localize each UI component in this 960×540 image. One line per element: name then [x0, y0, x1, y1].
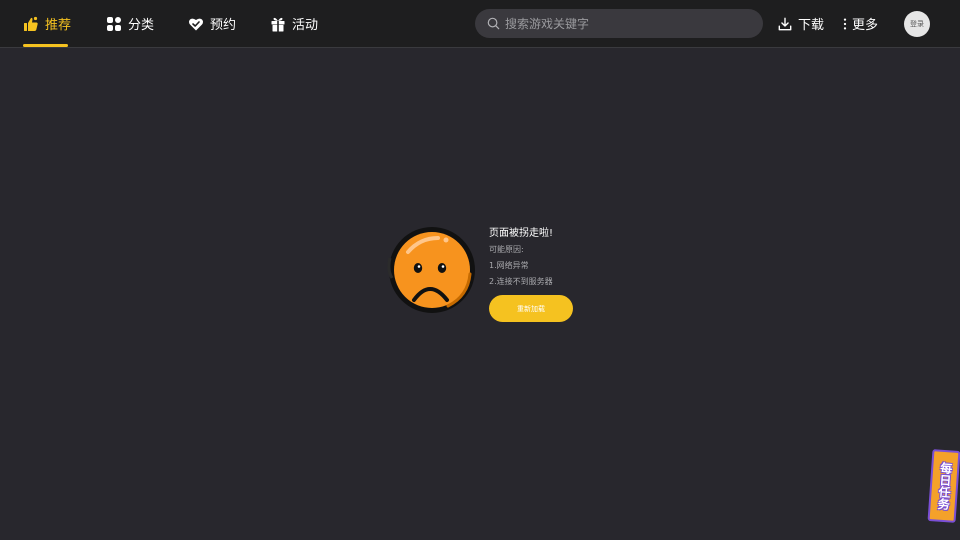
nav-tab-recommend[interactable]: 推荐: [23, 0, 71, 47]
daily-task-label: 每日任务: [935, 461, 954, 511]
download-icon: [778, 17, 792, 30]
download-button[interactable]: 下载: [778, 0, 824, 47]
login-avatar-button[interactable]: 登录: [904, 11, 930, 37]
error-title: 页面被拐走啦!: [489, 228, 554, 239]
thumbs-up-icon: [24, 16, 38, 31]
heart-check-icon: [189, 18, 203, 30]
more-button[interactable]: 更多: [842, 0, 878, 47]
search-icon: [487, 17, 500, 30]
login-label: 登录: [910, 20, 924, 28]
nav-tab-activity[interactable]: 活动: [270, 0, 318, 47]
nav-tab-label: 推荐: [45, 18, 72, 33]
nav-tab-label: 活动: [292, 18, 319, 33]
more-label: 更多: [852, 18, 879, 33]
error-reason-item: 2.连接不到服务器: [489, 277, 553, 286]
search-box[interactable]: [475, 9, 763, 38]
top-bar: 推荐 分类 预约 活动 搜索游戏关键字 下载 更多 登录: [0, 0, 960, 48]
daily-task-card: 每日任务: [927, 449, 960, 523]
more-vertical-icon: [843, 17, 847, 30]
daily-task-badge[interactable]: 每日任务: [924, 446, 960, 524]
sad-face-icon: [387, 227, 475, 313]
category-grid-icon: [107, 16, 121, 31]
download-label: 下载: [798, 18, 825, 33]
nav-tab-label: 分类: [128, 18, 155, 33]
reload-button[interactable]: 重新加载: [489, 295, 573, 322]
nav-tab-label: 预约: [210, 18, 237, 33]
nav-tab-category[interactable]: 分类: [106, 0, 154, 47]
nav-tab-reserve[interactable]: 预约: [188, 0, 236, 47]
error-reason-item: 1.网络异常: [489, 261, 529, 270]
active-tab-indicator: [23, 44, 68, 47]
search-input[interactable]: [505, 16, 755, 31]
error-reason-heading: 可能原因:: [489, 245, 524, 254]
gift-icon: [271, 17, 285, 31]
